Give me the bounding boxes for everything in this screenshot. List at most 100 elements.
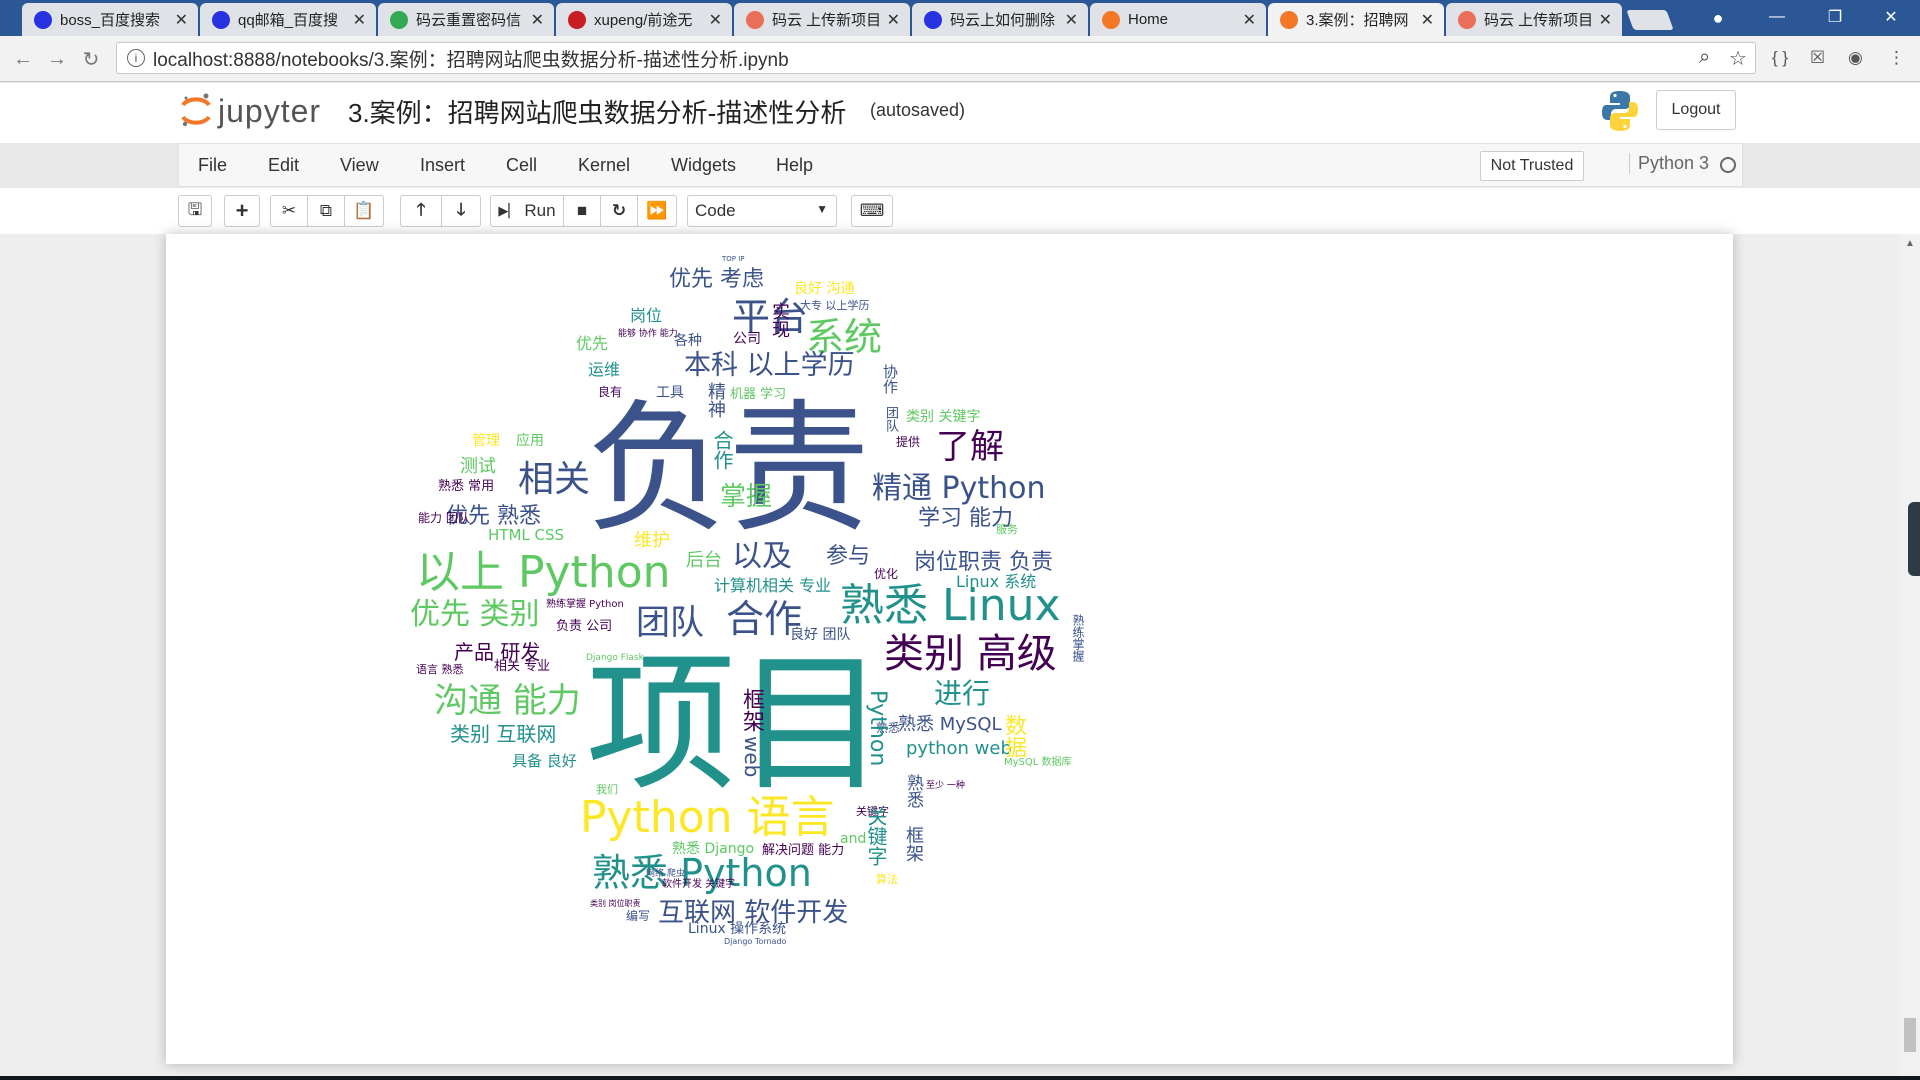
close-window-button[interactable]: ✕ (1862, 0, 1920, 34)
kernel-name[interactable]: Python 3 (1629, 153, 1709, 174)
close-tab-icon[interactable]: ✕ (175, 10, 188, 30)
wordcloud-word: 优先 考虑 (669, 267, 764, 292)
close-tab-icon[interactable]: ✕ (1421, 10, 1434, 30)
wordcloud-word: 良好 团队 (790, 627, 851, 643)
wordcloud-word: 相关 (518, 459, 591, 500)
address-bar[interactable]: i localhost:8888/notebooks/3.案例：招聘网站爬虫数据… (116, 42, 1756, 74)
menu-insert[interactable]: Insert (420, 155, 465, 176)
wordcloud-word: 熟悉 常用 (438, 479, 495, 494)
close-tab-icon[interactable]: ✕ (1599, 10, 1612, 30)
wordcloud-word: Linux 系统 (956, 572, 1037, 591)
side-edge-handle[interactable] (1908, 502, 1920, 576)
jupyter-logo[interactable]: jupyter (180, 91, 321, 131)
browser-tab-title: boss_百度搜索 (60, 12, 161, 29)
menu-widgets[interactable]: Widgets (671, 155, 736, 176)
new-tab-button[interactable] (1626, 10, 1674, 30)
wordcloud-word: 类别 互联网 (450, 722, 557, 746)
wordcloud-word: 类别 关键字 (906, 409, 981, 425)
wordcloud-word: python web (906, 738, 1012, 759)
browser-tab[interactable]: Home ✕ (1090, 3, 1266, 36)
menu-kebab-icon[interactable]: ⋮ (1888, 48, 1905, 68)
browser-tab[interactable]: 码云 上传新项目 ✕ (1446, 3, 1622, 36)
browser-tab[interactable]: 码云上如何删除 ✕ (912, 3, 1088, 36)
run-button[interactable]: ▶▏ Run (490, 195, 564, 227)
wordcloud-word: 精通 Python (872, 471, 1046, 506)
wordcloud-word-vertical: 关键字 (864, 806, 888, 866)
profile-icon[interactable]: ● (1705, 5, 1731, 31)
close-tab-icon[interactable]: ✕ (709, 10, 722, 30)
page-scrollbar[interactable]: ▲ (1900, 234, 1920, 1080)
bookmark-star-icon[interactable]: ☆ (1729, 46, 1747, 71)
wordcloud-word: 应用 (516, 433, 544, 449)
zoom-icon[interactable]: ⌕ (1699, 46, 1710, 69)
menu-view[interactable]: View (340, 155, 379, 176)
wordcloud-word: 大专 以上学历 (800, 299, 870, 312)
insert-cell-below-icon[interactable]: + (224, 195, 260, 227)
browser-tab-title: qq邮箱_百度搜 (238, 12, 339, 29)
forward-button[interactable]: → (44, 46, 70, 72)
scrollbar-thumb[interactable] (1904, 1018, 1916, 1052)
menu-file[interactable]: File (198, 155, 227, 176)
minimize-button[interactable]: — (1748, 0, 1806, 34)
browser-tab[interactable]: 码云重置密码信 ✕ (378, 3, 554, 36)
maximize-button[interactable]: ❐ (1806, 0, 1864, 34)
restart-run-all-icon[interactable]: ⏩ (637, 195, 677, 227)
dropdown-arrow-icon: ▼ (816, 202, 828, 216)
close-tab-icon[interactable]: ✕ (531, 10, 544, 30)
menu-cell[interactable]: Cell (506, 155, 537, 176)
run-icon: ▶▏ (498, 203, 519, 218)
wordcloud-word: MySQL 数据库 (1004, 757, 1072, 768)
wordcloud-word: TOP IP (722, 255, 745, 263)
command-palette-keyboard-icon[interactable]: ⌨ (851, 195, 893, 227)
wordcloud-word-vertical: Python (865, 690, 890, 767)
reload-button[interactable]: ↻ (78, 46, 104, 72)
wordcloud-word: HTML CSS (488, 526, 565, 544)
browser-tab[interactable]: qq邮箱_百度搜 ✕ (200, 3, 376, 36)
info-icon[interactable]: i (127, 49, 145, 67)
close-tab-icon[interactable]: ✕ (887, 10, 900, 30)
browser-tab[interactable]: 3.案例：招聘网 ✕ (1268, 3, 1444, 36)
wordcloud-word-vertical: 团队 (883, 406, 898, 432)
restart-kernel-icon[interactable]: ↻ (600, 195, 638, 227)
scroll-up-arrow-icon[interactable]: ▲ (1905, 238, 1915, 249)
interrupt-kernel-icon[interactable]: ■ (563, 195, 601, 227)
wordcloud-word: 能力 团队 (418, 511, 470, 525)
move-down-icon[interactable]: 🡓 (441, 195, 481, 227)
cell-type-select[interactable]: Code ▼ (687, 195, 837, 227)
close-tab-icon[interactable]: ✕ (353, 10, 366, 30)
baidu-paw-icon (924, 10, 942, 29)
close-tab-icon[interactable]: ✕ (1243, 10, 1256, 30)
menu-edit[interactable]: Edit (268, 155, 299, 176)
jupyter-icon (1102, 10, 1120, 29)
autosave-status: (autosaved) (870, 100, 966, 120)
wordcloud-word-vertical: 精神 (705, 382, 726, 418)
close-tab-icon[interactable]: ✕ (1065, 10, 1078, 30)
wordcloud-word: 我们 (596, 783, 618, 796)
save-icon[interactable]: 🖫 (178, 195, 212, 227)
back-button[interactable]: ← (10, 46, 36, 72)
extension-x-icon[interactable]: ☒ (1810, 48, 1825, 68)
wordcloud-word-vertical: 熟练掌握 (1071, 614, 1085, 662)
browser-tab-title: 码云重置密码信 (416, 12, 522, 29)
browser-tab[interactable]: boss_百度搜索 ✕ (22, 3, 198, 36)
browser-tab[interactable]: 码云 上传新项目 ✕ (734, 3, 910, 36)
notebook-name[interactable]: 3.案例：招聘网站爬虫数据分析-描述性分析 (348, 93, 846, 130)
logout-button[interactable]: Logout (1656, 90, 1736, 130)
browser-tab[interactable]: xupeng/前途无 ✕ (556, 3, 732, 36)
paste-icon[interactable]: 📋 (344, 195, 384, 227)
wordcloud-word: 良有 (598, 385, 623, 399)
cut-icon[interactable]: ✂ (270, 195, 308, 227)
menu-help[interactable]: Help (776, 155, 813, 176)
copy-icon[interactable]: ⧉ (307, 195, 345, 227)
wordcloud-word: 以上 Python (416, 547, 671, 598)
menu-kernel[interactable]: Kernel (578, 155, 630, 176)
not-trusted-button[interactable]: Not Trusted (1480, 151, 1584, 181)
extension-circle-icon[interactable]: ◉ (1848, 48, 1863, 68)
notebook-area: 项目 负责 以上 Python 熟悉 Linux Python 语言 熟悉 Python 类… (0, 234, 1920, 1080)
wordcloud-word: 项目 (586, 638, 887, 812)
move-up-icon[interactable]: 🡑 (400, 195, 442, 227)
json-extension-icon[interactable]: { } (1772, 48, 1788, 68)
wordcloud-word-vertical: 框架 (739, 688, 764, 732)
wordcloud-word: 能够 协作 能力 (618, 329, 678, 339)
wordcloud-word: 运维 (588, 360, 621, 379)
